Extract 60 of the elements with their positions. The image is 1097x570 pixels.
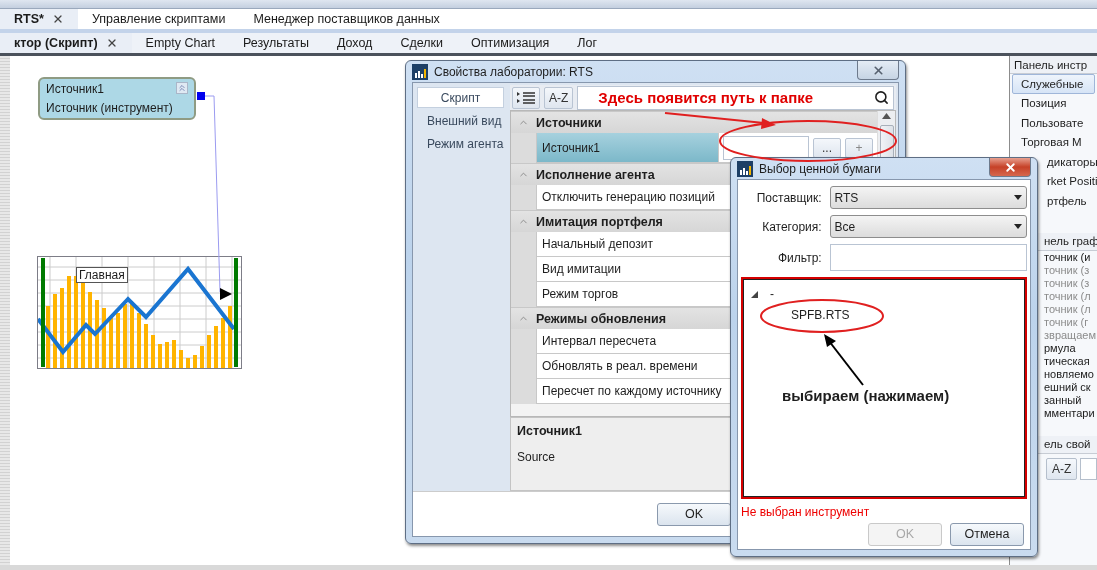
categorized-button[interactable] <box>512 86 540 109</box>
tab[interactable]: Управление скриптами <box>77 9 240 29</box>
node-subtitle: Источник (инструмент) <box>46 101 173 115</box>
panel-item[interactable]: Служебные <box>1012 74 1095 94</box>
caret-icon <box>1014 224 1022 229</box>
node-title: Источник1 <box>46 82 104 96</box>
dropdown[interactable]: Все <box>829 215 1027 238</box>
close-icon <box>871 63 885 77</box>
sort-button[interactable]: A-Z <box>1046 457 1078 480</box>
tab[interactable]: Лог <box>563 33 612 53</box>
bar-chart-icon <box>737 160 753 177</box>
browse-button[interactable]: ... <box>813 137 841 158</box>
tab[interactable]: RTS* <box>0 9 78 29</box>
input-field[interactable] <box>829 244 1027 271</box>
description-title: Источник1 <box>517 424 583 438</box>
category-header[interactable]: Источники <box>511 111 877 133</box>
search-field[interactable] <box>1080 457 1097 480</box>
dialog-title: Свойства лаборатории: RTS <box>434 64 594 79</box>
ok-button[interactable]: OK <box>657 502 731 526</box>
tab[interactable]: Empty Chart <box>131 33 230 53</box>
close-button[interactable] <box>989 158 1031 177</box>
tab[interactable]: Оптимизация <box>457 33 564 53</box>
field-label: Поставщик: <box>755 190 822 205</box>
chart-label: Главная <box>76 267 128 283</box>
annotation-arrow <box>824 334 864 386</box>
caret-icon <box>1014 195 1022 200</box>
sort-button[interactable]: A-Z <box>544 86 574 109</box>
dropdown[interactable]: RTS <box>829 186 1027 209</box>
tree-item[interactable]: SPFB.RTS <box>791 308 850 322</box>
search-icon <box>874 90 889 105</box>
value-field[interactable] <box>723 135 809 160</box>
panel-title: Панель инстр <box>1010 56 1097 74</box>
tab[interactable]: Доход <box>322 33 387 53</box>
field-label: Категория: <box>761 219 822 234</box>
bar-chart-icon <box>412 63 428 80</box>
tab[interactable]: ктор (Скрипт) <box>0 33 132 53</box>
nav-item[interactable]: Внешний вид <box>417 110 504 131</box>
panel-item[interactable]: Торговая М <box>1012 132 1095 152</box>
property-name[interactable]: Источник1 <box>536 133 719 163</box>
field-label: Фильтр: <box>777 250 822 265</box>
search-field[interactable]: Здесь появится путь к папке <box>577 85 894 110</box>
annotation-text: Здесь появится путь к папке <box>598 89 815 106</box>
annotation-text: выбираем (нажимаем) <box>782 387 950 404</box>
tab[interactable]: Результаты <box>229 33 323 53</box>
panel-item[interactable]: Позиция <box>1012 93 1095 113</box>
chart-node[interactable]: Главная <box>37 256 242 369</box>
error-message: Не выбран инструмент <box>741 505 871 519</box>
dialog-button[interactable]: Отмена <box>950 522 1024 546</box>
list-icon <box>517 90 535 105</box>
close-button[interactable] <box>857 61 899 80</box>
description-text: Source <box>517 450 557 464</box>
tab[interactable]: Менеджер поставщиков данных <box>239 9 454 29</box>
panel-item[interactable]: Пользовате <box>1012 113 1095 133</box>
source-node[interactable]: Источник1 Источник (инструмент) <box>38 77 196 120</box>
expanded-triangle-icon[interactable] <box>751 290 758 298</box>
scroll-up-icon[interactable] <box>882 113 891 119</box>
tab[interactable]: Сделки <box>386 33 457 53</box>
nav-item[interactable]: Режим агента <box>417 133 504 154</box>
nav-item[interactable]: Скрипт <box>417 87 504 108</box>
close-icon <box>1003 160 1017 174</box>
